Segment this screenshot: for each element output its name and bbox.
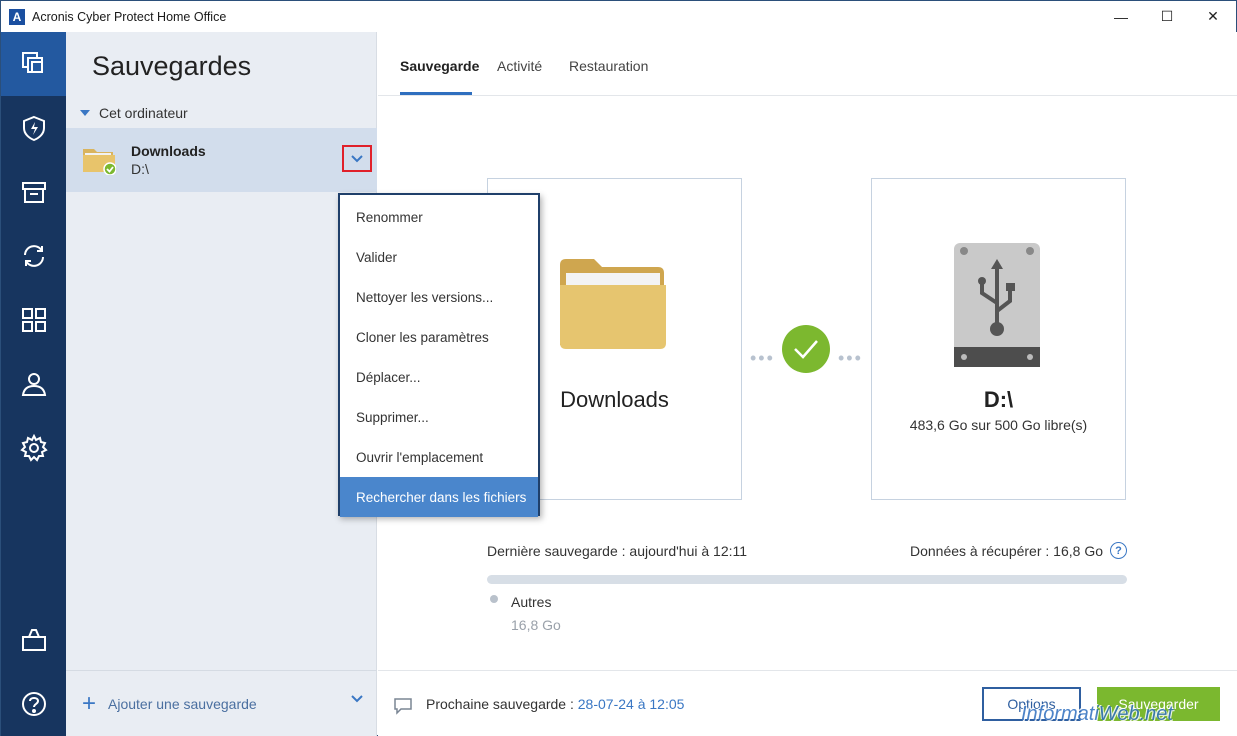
nav-tools[interactable]	[1, 288, 66, 352]
archive-icon	[21, 182, 46, 203]
nav-help[interactable]	[1, 672, 66, 736]
tab-restauration[interactable]: Restauration	[569, 58, 648, 74]
expand-triangle-icon	[80, 110, 90, 116]
backup-item-menu-button[interactable]	[342, 145, 372, 172]
backup-item-downloads[interactable]: Downloads D:\	[66, 128, 377, 192]
section-this-computer[interactable]: Cet ordinateur	[80, 105, 188, 121]
navigation-rail	[1, 32, 66, 736]
legend-label: Autres	[511, 594, 552, 610]
watermark: InformatiWeb.net	[1021, 703, 1173, 725]
backup-list-panel: Sauvegardes Cet ordinateur Downloads D:\…	[66, 32, 377, 736]
context-menu: Renommer Valider Nettoyer les versions..…	[338, 193, 540, 517]
menu-item-clone-settings[interactable]: Cloner les paramètres	[340, 317, 538, 357]
comment-icon	[394, 698, 412, 715]
close-button[interactable]: ✕	[1190, 1, 1236, 32]
chevron-down-icon[interactable]	[351, 695, 363, 703]
tools-grid-icon	[21, 308, 46, 332]
menu-item-validate[interactable]: Valider	[340, 237, 538, 277]
sync-icon	[23, 245, 44, 267]
acronis-logo-icon: A	[9, 8, 25, 25]
usb-drive-icon	[954, 243, 1040, 367]
tab-bar: Sauvegarde Activité Restauration	[378, 32, 1237, 96]
menu-item-search-files[interactable]: Rechercher dans les fichiers	[340, 477, 538, 517]
plus-icon: +	[82, 689, 97, 717]
chevron-down-icon	[351, 154, 363, 162]
app-window: A Acronis Cyber Protect Home Office — ☐ …	[0, 0, 1237, 736]
window-controls: — ☐ ✕	[1098, 1, 1236, 32]
add-backup-label: Ajouter une sauvegarde	[108, 695, 257, 712]
settings-icon	[19, 434, 48, 462]
add-backup-button[interactable]: + Ajouter une sauvegarde	[66, 670, 377, 736]
menu-item-move[interactable]: Déplacer...	[340, 357, 538, 397]
backups-icon	[21, 52, 43, 73]
menu-item-rename[interactable]: Renommer	[340, 197, 538, 237]
help-icon	[21, 692, 46, 716]
tab-sauvegarde[interactable]: Sauvegarde	[400, 58, 479, 74]
menu-item-delete[interactable]: Supprimer...	[340, 397, 538, 437]
recoverable-data-text: Données à récupérer : 16,8 Go	[909, 543, 1103, 559]
status-ok-icon	[782, 325, 830, 373]
last-backup-text: Dernière sauvegarde : aujourd'hui à 12:1…	[487, 543, 748, 559]
tab-activite[interactable]: Activité	[497, 58, 542, 74]
next-backup-text: Prochaine sauvegarde : 28-07-24 à 12:05	[426, 696, 684, 712]
nav-backups[interactable]	[1, 32, 66, 96]
next-backup-label: Prochaine sauvegarde :	[426, 696, 578, 712]
menu-item-cleanup-versions[interactable]: Nettoyer les versions...	[340, 277, 538, 317]
briefcase-icon	[21, 629, 46, 651]
nav-settings[interactable]	[1, 416, 66, 480]
nav-store[interactable]	[1, 608, 66, 672]
active-tab-indicator	[400, 92, 472, 95]
menu-item-open-location[interactable]: Ouvrir l'emplacement	[340, 437, 538, 477]
usage-bar	[487, 575, 1127, 584]
nav-protection[interactable]	[1, 96, 66, 160]
minimize-button[interactable]: —	[1098, 1, 1144, 32]
account-icon	[21, 373, 46, 396]
shield-icon	[22, 115, 45, 142]
help-icon[interactable]: ?	[1110, 542, 1127, 559]
title-bar: A Acronis Cyber Protect Home Office — ☐ …	[1, 1, 1236, 32]
backup-item-destination: D:\	[131, 161, 149, 177]
legend-dot-icon	[490, 595, 498, 603]
nav-sync[interactable]	[1, 224, 66, 288]
next-backup-value[interactable]: 28-07-24 à 12:05	[578, 696, 685, 712]
connector-dots-right: •••	[838, 348, 863, 368]
destination-card[interactable]: D:\ 483,6 Go sur 500 Go libre(s)	[871, 178, 1126, 500]
maximize-button[interactable]: ☐	[1144, 1, 1190, 32]
nav-archive[interactable]	[1, 160, 66, 224]
panel-title: Sauvegardes	[92, 51, 252, 81]
folder-ok-icon	[83, 149, 116, 175]
backup-item-name: Downloads	[131, 143, 206, 159]
window-title: Acronis Cyber Protect Home Office	[32, 9, 227, 24]
connector-dots-left: •••	[750, 348, 775, 368]
nav-account[interactable]	[1, 352, 66, 416]
folder-icon	[560, 259, 666, 349]
section-label: Cet ordinateur	[99, 105, 188, 121]
destination-free-space: 483,6 Go sur 500 Go libre(s)	[909, 417, 1088, 433]
destination-name: D:\	[983, 387, 1014, 412]
legend-size: 16,8 Go	[511, 617, 561, 633]
